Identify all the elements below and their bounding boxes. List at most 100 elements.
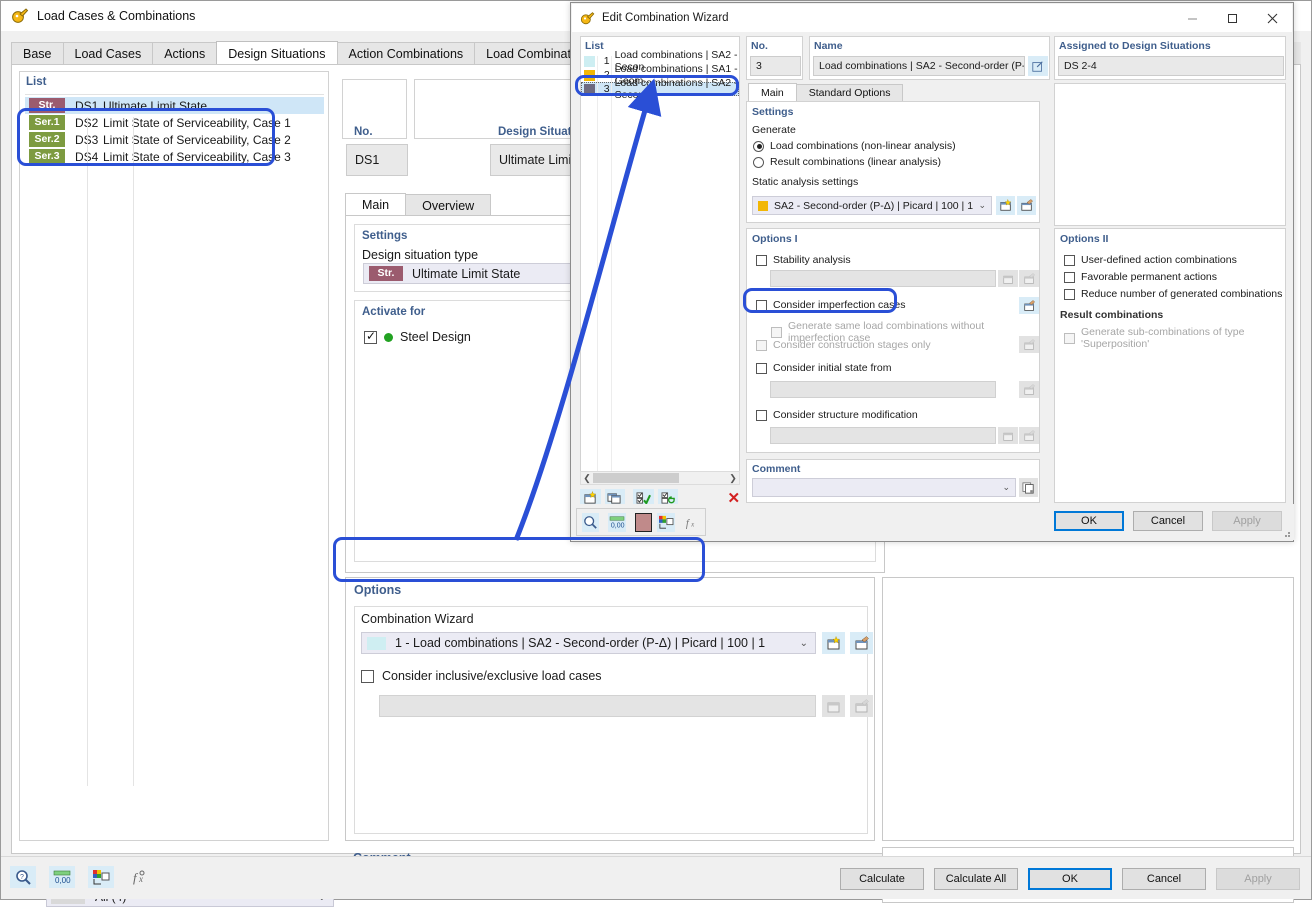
tab-standard-options[interactable]: Standard Options [795, 84, 904, 101]
svg-text:?: ? [20, 874, 24, 881]
svg-text:0,00: 0,00 [55, 876, 71, 885]
generate-label: Generate [752, 124, 796, 136]
wizard-cancel-button[interactable]: Cancel [1133, 511, 1203, 531]
app-icon [580, 11, 595, 26]
row-name: Limit State of Serviceability, Case 3 [103, 149, 291, 164]
formula-icon[interactable]: fx [127, 866, 153, 888]
edit-icon[interactable] [1019, 297, 1039, 314]
new-icon [998, 270, 1018, 287]
radio-button[interactable] [753, 140, 764, 152]
no-label: No. [751, 40, 768, 52]
wizard-title: Edit Combination Wizard [602, 12, 729, 24]
wizard-name-card: Name Load combinations | SA2 - Second-or… [809, 36, 1050, 80]
assigned-design-situations-card: Assigned to Design Situations DS 2-4 [1054, 36, 1286, 80]
inclusive-exclusive-row[interactable]: Consider inclusive/exclusive load cases [361, 669, 602, 683]
table-row[interactable]: Ser.3 DS4 Limit State of Serviceability,… [25, 148, 324, 165]
wizard-color-swatch [367, 636, 386, 650]
calculate-all-button[interactable]: Calculate All [934, 868, 1018, 890]
no-value-field[interactable]: DS1 [346, 144, 408, 176]
new-icon[interactable] [822, 632, 845, 654]
checkbox[interactable] [756, 299, 767, 311]
consider-structure-modification-label: Consider structure modification [773, 409, 918, 421]
chevron-down-icon: ⌄ [799, 637, 808, 649]
favorable-permanent-actions-row[interactable]: Favorable permanent actions [1055, 266, 1285, 283]
activate-item-label: Steel Design [400, 330, 471, 344]
checkbox[interactable] [1064, 288, 1075, 300]
name-value-field[interactable]: Load combinations | SA2 - Second-order (… [813, 56, 1025, 76]
checkbox[interactable] [756, 362, 767, 374]
tab-main[interactable]: Main [748, 83, 797, 101]
new-icon[interactable] [996, 196, 1015, 215]
checkbox[interactable] [1064, 271, 1075, 283]
checkbox[interactable] [361, 669, 374, 683]
consider-imperfection-cases-label: Consider imperfection cases [773, 299, 906, 311]
cancel-button[interactable]: Cancel [1122, 868, 1206, 890]
copy-icon[interactable] [1019, 478, 1038, 497]
scroll-left-icon[interactable]: ❮ [581, 473, 593, 484]
tab-main[interactable]: Main [345, 193, 407, 216]
tab-overview[interactable]: Overview [405, 194, 492, 216]
legend-icon[interactable] [88, 866, 114, 888]
color-swatch-icon[interactable] [634, 512, 653, 532]
formula-icon[interactable]: fx [684, 513, 701, 532]
stability-analysis-row[interactable]: Stability analysis [747, 245, 1039, 266]
static-analysis-value: SA2 - Second-order (P-Δ) | Picard | 100 … [774, 199, 974, 212]
consider-structure-modification-row[interactable]: Consider structure modification [756, 409, 918, 421]
checkbox[interactable] [364, 329, 377, 344]
scroll-right-icon[interactable]: ❯ [727, 473, 739, 484]
checkbox[interactable] [756, 254, 767, 266]
consider-initial-state-row[interactable]: Consider initial state from [756, 362, 891, 374]
apply-button: Apply [1216, 868, 1300, 890]
wizard-tab-bar: Main Standard Options [748, 83, 904, 101]
svg-text:0,00: 0,00 [611, 522, 625, 529]
settings-header: Settings [752, 106, 794, 118]
magnifier-icon[interactable]: ? [10, 866, 36, 888]
edit-icon[interactable] [850, 632, 873, 654]
consider-imperfection-cases-row[interactable]: Consider imperfection cases [756, 299, 905, 311]
numeric-format-icon[interactable]: 0,00 [49, 866, 75, 888]
tab-base[interactable]: Base [11, 42, 64, 65]
tab-design-situations[interactable]: Design Situations [216, 41, 338, 65]
resize-grip-icon[interactable] [1281, 528, 1291, 538]
tab-action-combinations[interactable]: Action Combinations [336, 42, 476, 65]
close-icon[interactable] [1252, 4, 1292, 32]
edit-icon[interactable] [1028, 56, 1048, 76]
edit-icon [1019, 270, 1039, 287]
edit-icon[interactable] [1017, 196, 1036, 215]
radio-result-combinations[interactable]: Result combinations (linear analysis) [747, 152, 1039, 168]
ok-button[interactable]: OK [1028, 868, 1112, 890]
legend-icon[interactable] [657, 512, 675, 532]
table-row[interactable]: Ser.1 DS2 Limit State of Serviceability,… [25, 114, 324, 131]
list-item[interactable]: 3 Load combinations | SA2 - Secon [581, 77, 739, 101]
table-row[interactable]: Ser.2 DS3 Limit State of Serviceability,… [25, 131, 324, 148]
checkbox[interactable] [756, 409, 767, 421]
magnifier-icon[interactable] [582, 512, 600, 532]
maximize-icon[interactable] [1212, 4, 1252, 32]
combination-wizard-dropdown[interactable]: 1 - Load combinations | SA2 - Second-ord… [361, 632, 816, 654]
wizard-ok-button[interactable]: OK [1054, 511, 1124, 531]
list-header: List [26, 76, 47, 88]
new-icon [822, 695, 845, 717]
scrollbar-thumb[interactable] [593, 473, 679, 483]
user-defined-action-combinations-row[interactable]: User-defined action combinations [1055, 245, 1285, 266]
design-situations-table[interactable]: Str. DS1 Ultimate Limit State Ser.1 DS2 … [25, 94, 324, 814]
minimize-icon[interactable] [1172, 4, 1212, 32]
status-badge: Str. [369, 266, 403, 281]
radio-button[interactable] [753, 156, 764, 168]
edit-icon [1019, 336, 1039, 353]
tab-load-cases[interactable]: Load Cases [62, 42, 154, 65]
no-label: No. [354, 126, 373, 138]
no-value-field[interactable]: 3 [750, 56, 801, 76]
wizard-list-panel: List 1 Load combinations | SA2 - Secon 2… [580, 36, 740, 475]
reduce-number-of-generated-combinations-row[interactable]: Reduce number of generated combinations [1055, 283, 1285, 300]
calculate-button[interactable]: Calculate [840, 868, 924, 890]
wizard-list-hscrollbar[interactable]: ❮ ❯ [580, 471, 740, 485]
edit-icon [1019, 427, 1039, 444]
numeric-format-icon[interactable]: 0,00 [608, 512, 626, 532]
checkbox[interactable] [1064, 254, 1075, 266]
tab-actions[interactable]: Actions [152, 42, 218, 65]
static-analysis-dropdown[interactable]: SA2 - Second-order (P-Δ) | Picard | 100 … [752, 196, 992, 215]
comment-dropdown[interactable]: ⌄ [752, 478, 1016, 497]
table-row[interactable]: Str. DS1 Ultimate Limit State [25, 97, 324, 114]
radio-load-combinations[interactable]: Load combinations (non-linear analysis) [747, 136, 1039, 152]
